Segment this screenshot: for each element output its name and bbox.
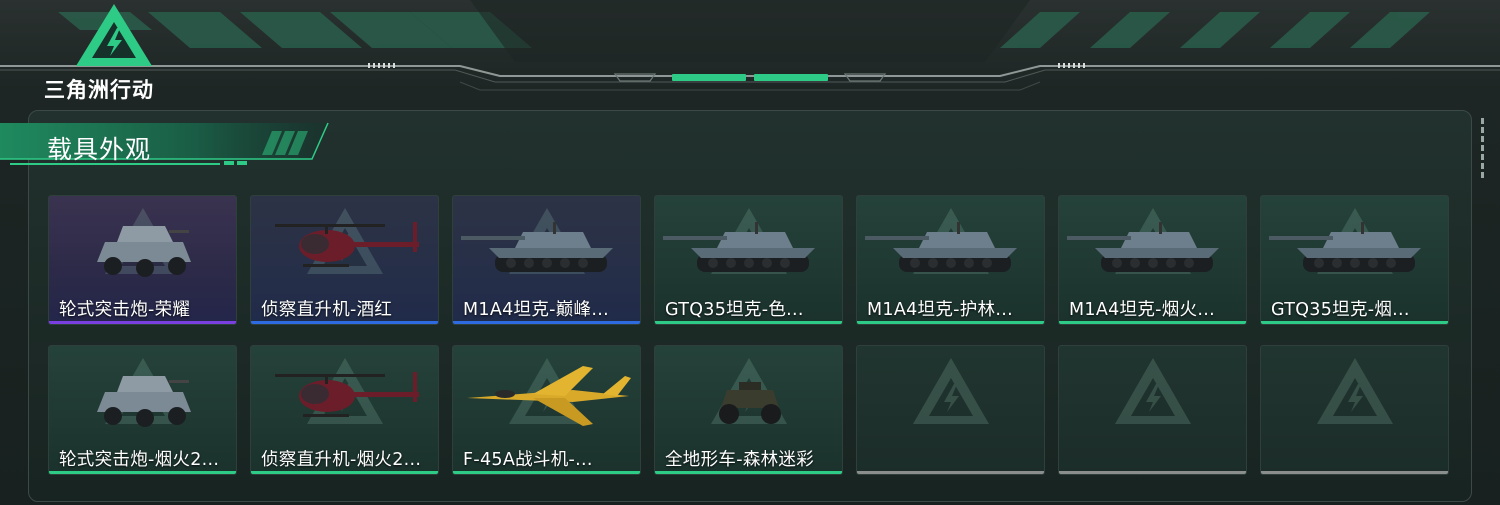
rarity-bar — [857, 321, 1044, 324]
header-banner: 三角洲行动 — [0, 0, 1500, 102]
rarity-bar — [453, 471, 640, 474]
rarity-bar — [49, 321, 236, 324]
vehicle-name: M1A4坦克-护林... — [867, 300, 1013, 320]
vehicle-card[interactable]: 侦察直升机-酒红 — [250, 195, 439, 325]
empty-vehicle-slot — [1260, 345, 1449, 475]
vehicle-name: 全地形车-森林迷彩 — [665, 450, 815, 470]
vehicle-name: 侦察直升机-烟火2... — [261, 450, 422, 470]
rarity-bar — [1261, 321, 1448, 324]
vehicle-name: 轮式突击炮-荣耀 — [59, 300, 191, 320]
rarity-bar — [453, 321, 640, 324]
helicopter-icon — [275, 372, 419, 417]
section-header: 载具外观 — [0, 121, 330, 171]
rarity-bar — [655, 471, 842, 474]
rarity-bar — [251, 321, 438, 324]
vehicle-card[interactable]: F-45A战斗机-... — [452, 345, 641, 475]
vehicle-card[interactable]: M1A4坦克-巅峰... — [452, 195, 641, 325]
tank-icon — [461, 222, 613, 272]
tank-icon — [663, 222, 815, 272]
logo: 三角洲行动 — [44, 2, 184, 102]
vehicle-card[interactable]: M1A4坦克-护林... — [856, 195, 1045, 325]
tank-icon — [1067, 222, 1219, 272]
vehicle-name: M1A4坦克-巅峰... — [463, 300, 609, 320]
empty-vehicle-slot — [856, 345, 1045, 475]
section-title: 载具外观 — [47, 135, 152, 164]
tank-icon — [1269, 222, 1421, 272]
atv-icon — [719, 382, 781, 424]
vehicle-card[interactable]: M1A4坦克-烟火... — [1058, 195, 1247, 325]
rarity-bar — [1261, 471, 1448, 474]
panel-scroll-indicator[interactable] — [1481, 118, 1485, 181]
rarity-bar — [251, 471, 438, 474]
vehicle-card[interactable]: 侦察直升机-烟火2... — [250, 345, 439, 475]
rarity-bar — [655, 321, 842, 324]
vehicle-name: M1A4坦克-烟火... — [1069, 300, 1215, 320]
vehicle-card[interactable]: 轮式突击炮-烟火2... — [48, 345, 237, 475]
armored-car-icon — [97, 376, 191, 427]
vehicle-card[interactable]: GTQ35坦克-色... — [654, 195, 843, 325]
fighter-jet-icon — [467, 366, 631, 426]
rarity-bar — [1059, 321, 1246, 324]
rarity-bar — [857, 471, 1044, 474]
vehicle-card[interactable]: 轮式突击炮-荣耀 — [48, 195, 237, 325]
helicopter-icon — [275, 222, 419, 267]
empty-vehicle-slot — [1058, 345, 1247, 475]
vehicle-name: GTQ35坦克-烟... — [1271, 300, 1410, 320]
tank-icon — [865, 222, 1017, 272]
logo-text: 三角洲行动 — [44, 78, 154, 102]
vehicle-name: 侦察直升机-酒红 — [261, 300, 393, 320]
vehicle-name: F-45A战斗机-... — [463, 450, 593, 470]
rarity-bar — [49, 471, 236, 474]
armored-car-icon — [97, 226, 191, 277]
vehicle-card[interactable]: 全地形车-森林迷彩 — [654, 345, 843, 475]
rarity-bar — [1059, 471, 1246, 474]
watermark-logo-icon — [1115, 358, 1191, 424]
watermark-logo-icon — [913, 358, 989, 424]
vehicle-name: 轮式突击炮-烟火2... — [59, 450, 220, 470]
watermark-logo-icon — [1317, 358, 1393, 424]
triangle-logo-icon — [76, 4, 152, 66]
vehicle-name: GTQ35坦克-色... — [665, 300, 804, 320]
vehicle-card[interactable]: GTQ35坦克-烟... — [1260, 195, 1449, 325]
